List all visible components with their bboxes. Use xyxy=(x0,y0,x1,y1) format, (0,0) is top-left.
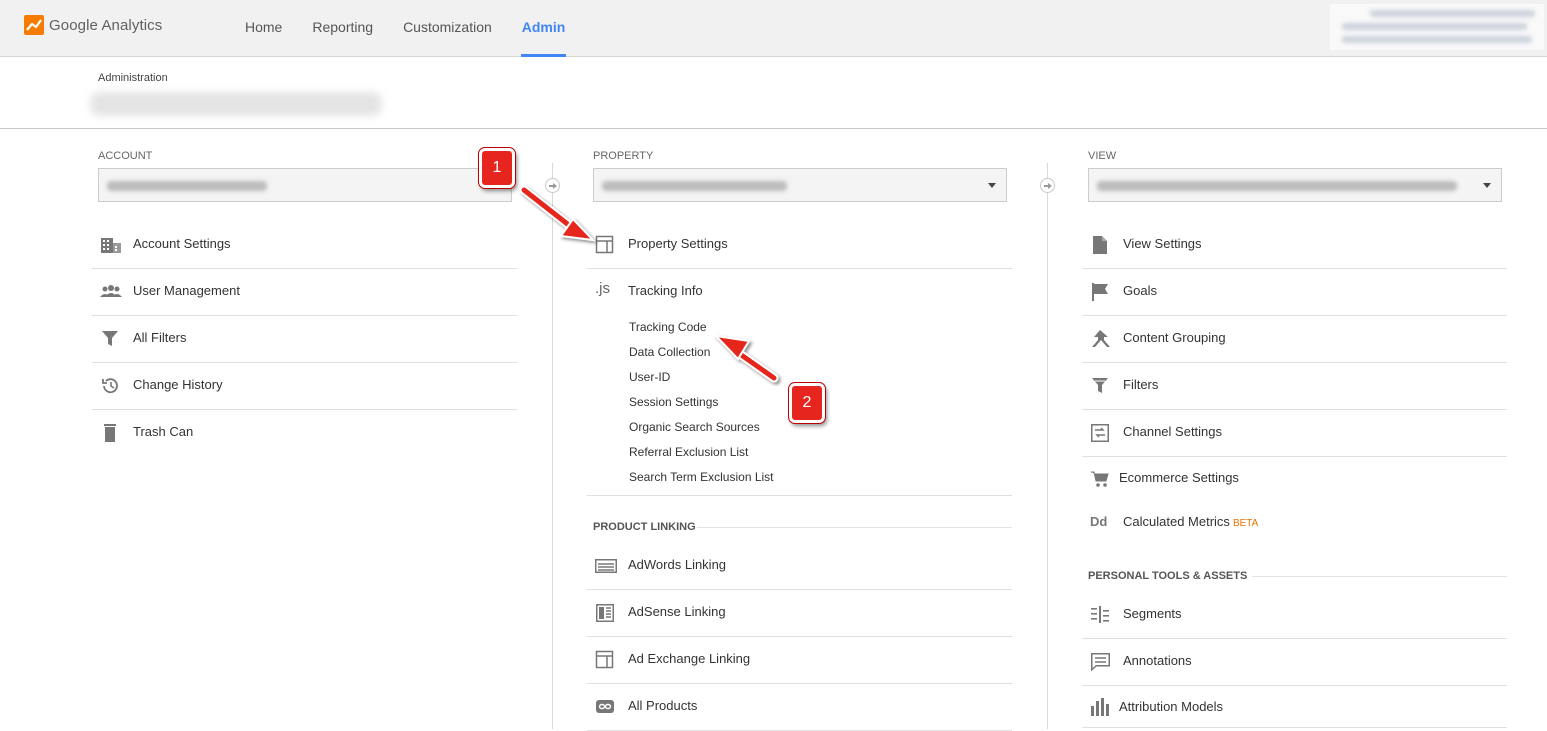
annotation-arrow-1 xyxy=(519,185,596,242)
annotation-arrows xyxy=(519,185,779,383)
annotation-arrow-2 xyxy=(713,334,779,383)
annotation-badge-1: 1 xyxy=(479,148,515,188)
annotation-badge-2: 2 xyxy=(789,383,825,423)
